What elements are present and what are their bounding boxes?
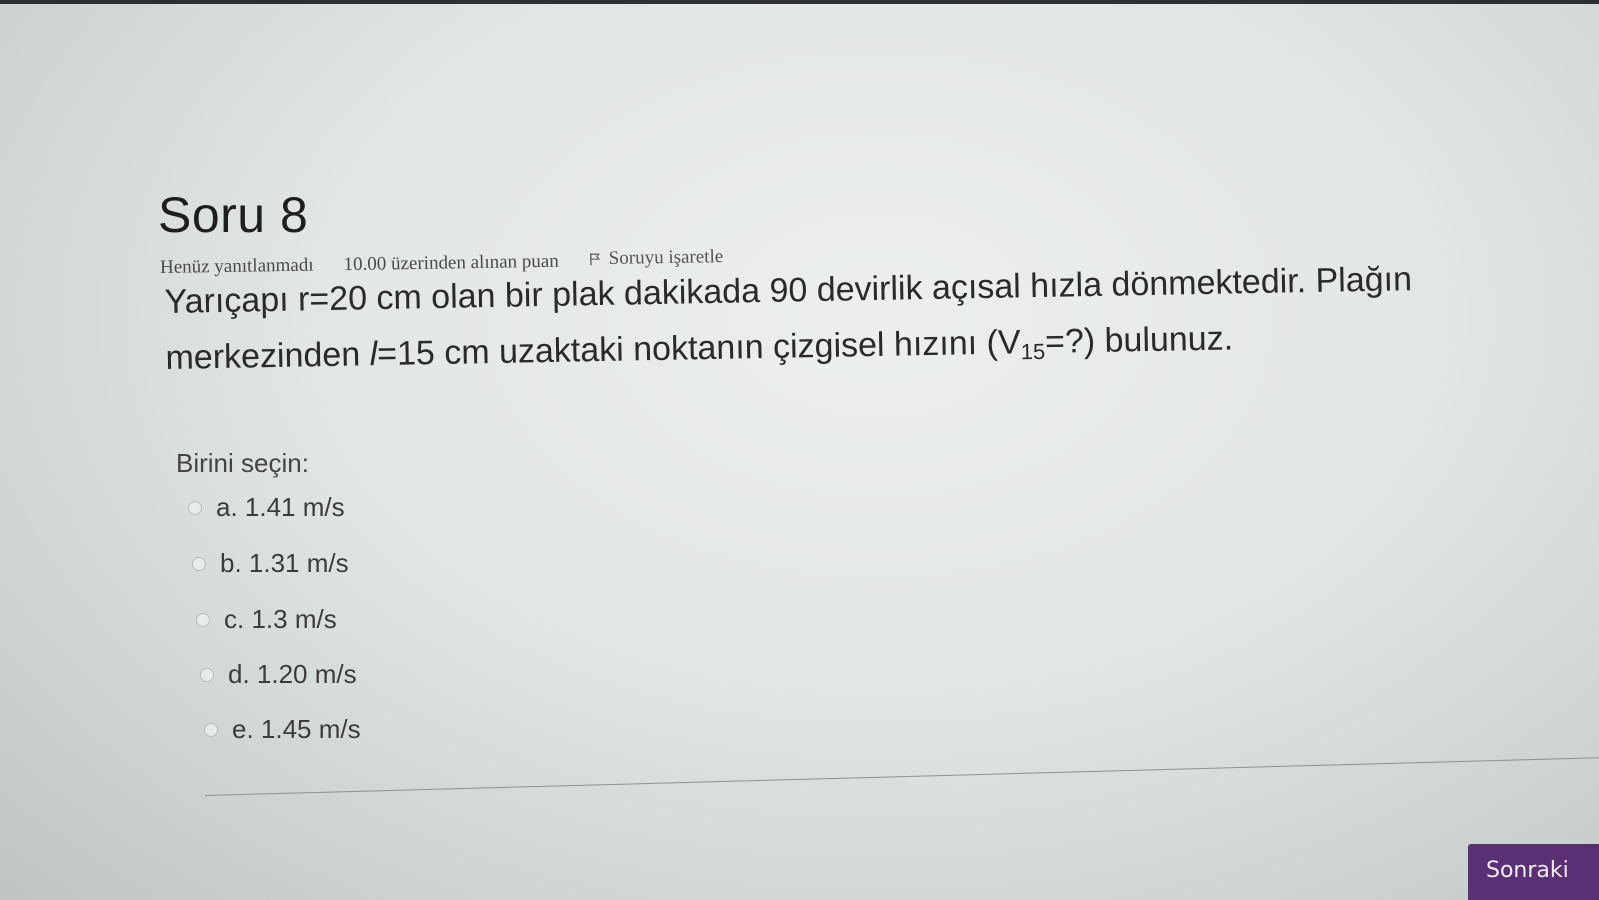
answer-label: e. 1.45 m/s <box>232 714 361 744</box>
question-text-part: =15 cm uzaktaki noktanın çizgisel hızını… <box>376 323 1021 374</box>
flag-icon <box>589 252 601 266</box>
radio-icon[interactable] <box>204 722 218 737</box>
question-text-part: merkezinden <box>165 335 370 377</box>
answer-option-c[interactable]: c. 1.3 m/s <box>196 604 337 635</box>
top-bar <box>0 0 1599 4</box>
question-title: Soru 8 <box>158 187 309 243</box>
answer-option-b[interactable]: b. 1.31 m/s <box>192 548 349 579</box>
next-button[interactable]: Sonraki <box>1468 844 1599 900</box>
radio-icon[interactable] <box>192 556 206 571</box>
answer-option-a[interactable]: a. 1.41 m/s <box>188 492 345 523</box>
question-text-part: =?) bulunuz. <box>1044 319 1234 361</box>
answer-label: d. 1.20 m/s <box>228 659 357 689</box>
radio-icon[interactable] <box>196 612 210 627</box>
radio-icon[interactable] <box>200 667 214 682</box>
radio-icon[interactable] <box>188 500 202 515</box>
answer-label: c. 1.3 m/s <box>224 604 337 634</box>
answer-label: b. 1.31 m/s <box>220 548 349 578</box>
answer-prompt: Birini seçin: <box>176 448 309 478</box>
question-card: Soru 8 Henüz yanıtlanmadı 10.00 üzerinde… <box>158 180 1558 820</box>
answer-option-d[interactable]: d. 1.20 m/s <box>200 659 357 690</box>
answer-label: a. 1.41 m/s <box>216 492 345 522</box>
question-text: Yarıçapı r=20 cm olan bir plak dakikada … <box>164 249 1506 396</box>
answer-option-e[interactable]: e. 1.45 m/s <box>204 714 361 745</box>
velocity-subscript: 15 <box>1020 338 1046 365</box>
